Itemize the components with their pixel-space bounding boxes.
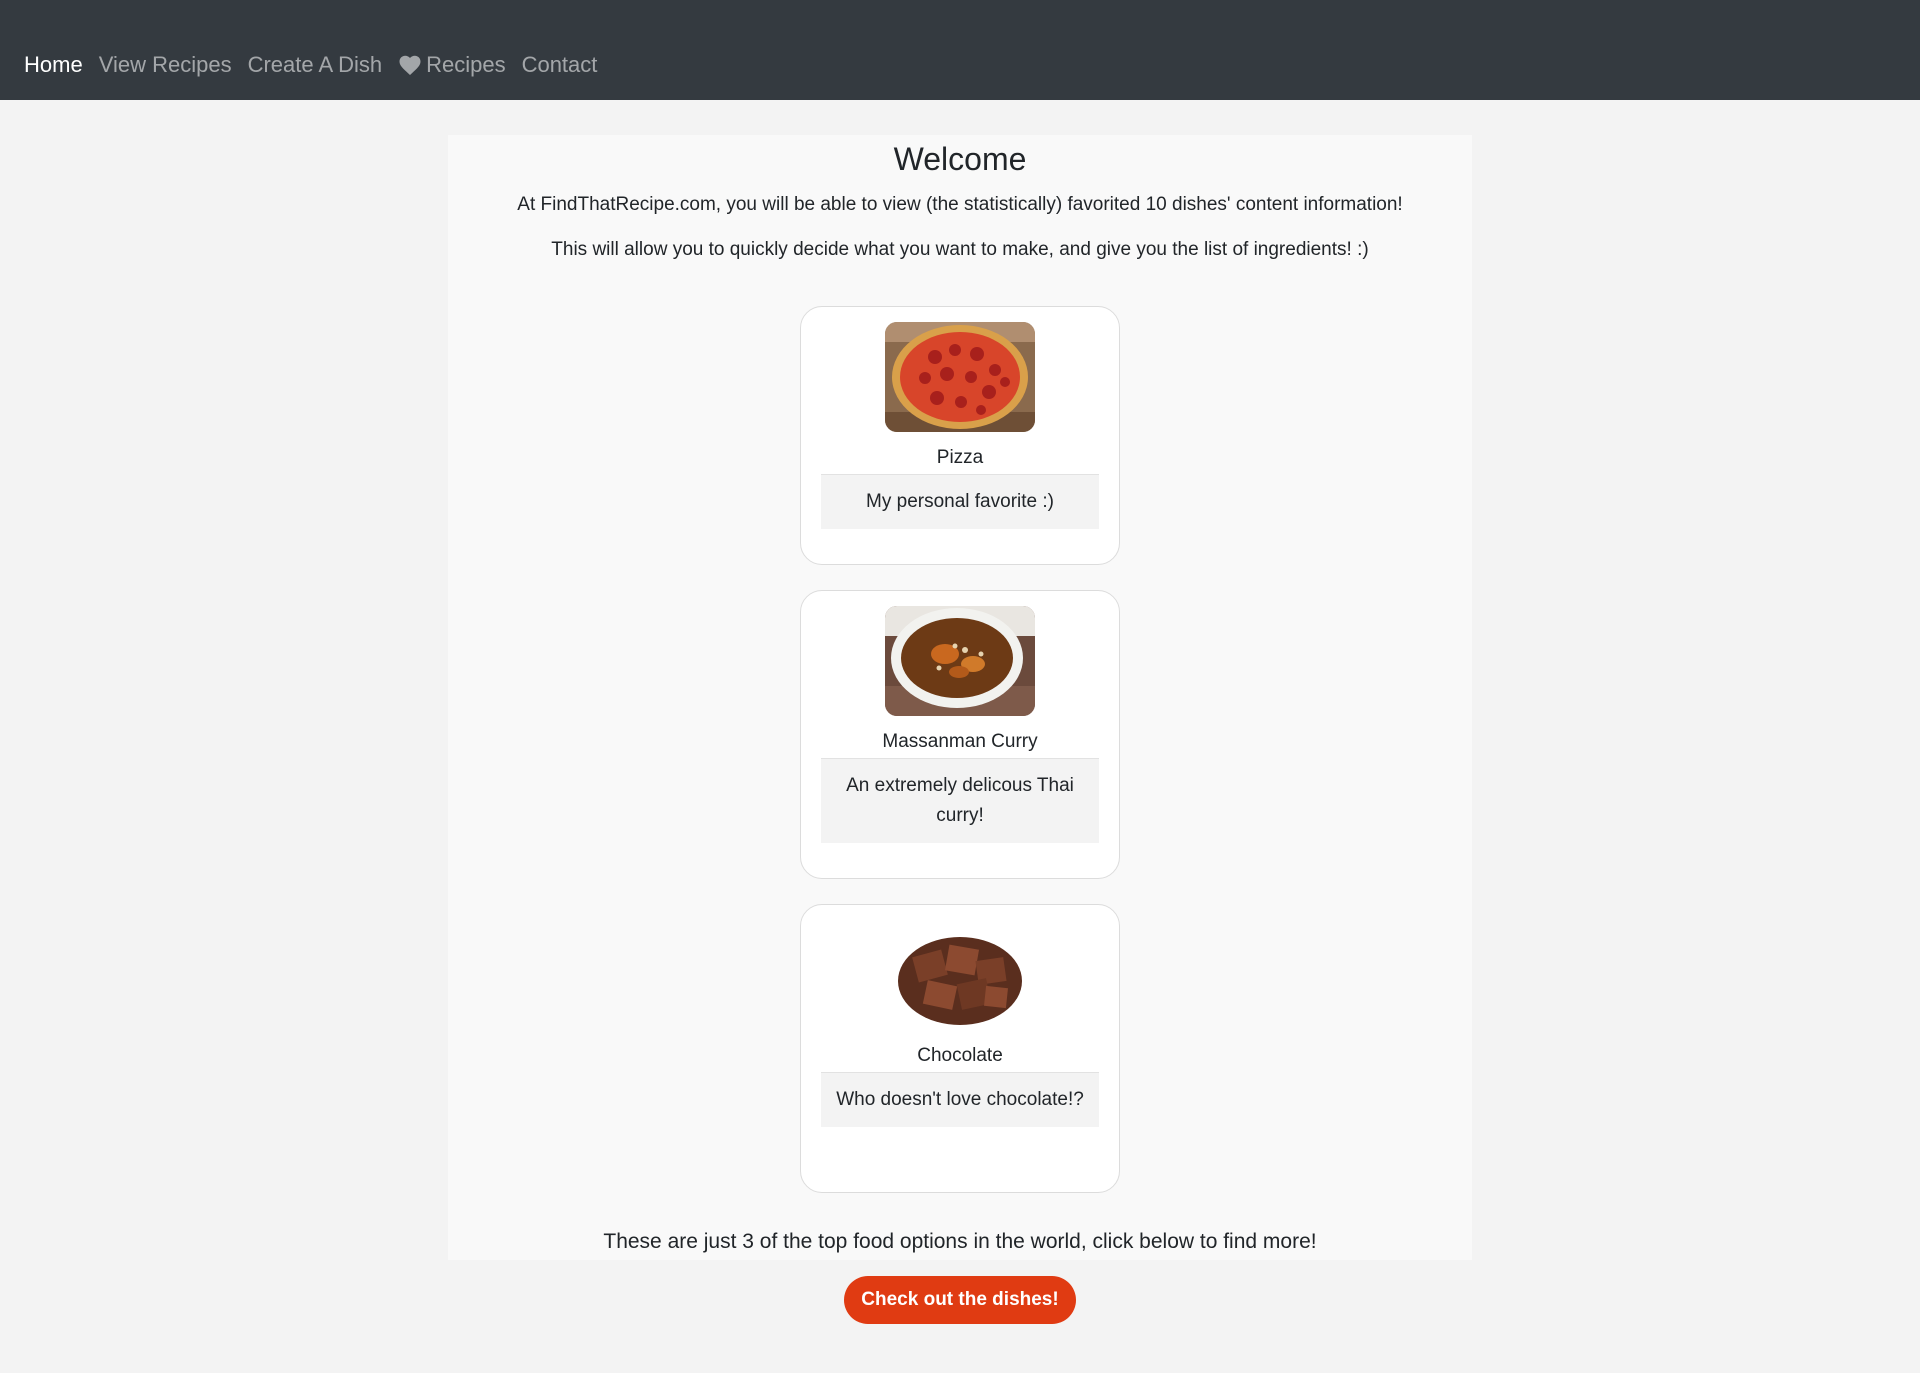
nav-favorite-recipes-link[interactable]: Recipes [398,52,506,78]
nav-view-recipes-link[interactable]: View Recipes [99,52,232,78]
curry-image [885,606,1035,716]
dish-card-chocolate[interactable]: Chocolate Who doesn't love chocolate!? [800,904,1120,1193]
dish-title: Pizza [936,447,984,468]
nav-contact-link[interactable]: Contact [522,52,598,78]
dish-description: An extremely delicous Thai curry! [821,758,1099,843]
nav-favorite-recipes-label: Recipes [426,52,506,77]
chocolate-image [885,925,1035,1035]
intro-text: At FindThatRecipe.com, you will be able … [517,194,1403,215]
pizza-image [885,322,1035,432]
heart-icon [399,55,421,75]
nav-view-recipes-label: View Recipes [98,52,232,77]
dish-title: Chocolate [917,1045,1003,1066]
main-content: Welcome At FindThatRecipe.com, you will … [448,135,1472,1260]
dish-card-massanman-curry[interactable]: Massanman Curry An extremely delicous Th… [800,590,1120,879]
dish-description: My personal favorite :) [821,474,1099,529]
nav-home-label: Home [24,52,83,77]
nav-contact-label: Contact [521,52,598,77]
nav-create-dish-label: Create A Dish [247,52,383,77]
page-title: Welcome [893,141,1027,177]
footer-text: These are just 3 of the top food options… [603,1230,1317,1253]
dish-title: Massanman Curry [882,731,1038,752]
dish-card-pizza[interactable]: Pizza My personal favorite :) [800,306,1120,565]
navbar: Home View Recipes Create A Dish Recipes … [0,0,1920,100]
nav-links: Home View Recipes Create A Dish Recipes … [24,52,613,78]
nav-create-dish-link[interactable]: Create A Dish [248,52,383,78]
intro-text-secondary: This will allow you to quickly decide wh… [551,239,1369,260]
nav-home-link[interactable]: Home [24,52,83,78]
dish-description: Who doesn't love chocolate!? [821,1072,1099,1127]
check-out-dishes-button[interactable]: Check out the dishes! [844,1276,1076,1324]
